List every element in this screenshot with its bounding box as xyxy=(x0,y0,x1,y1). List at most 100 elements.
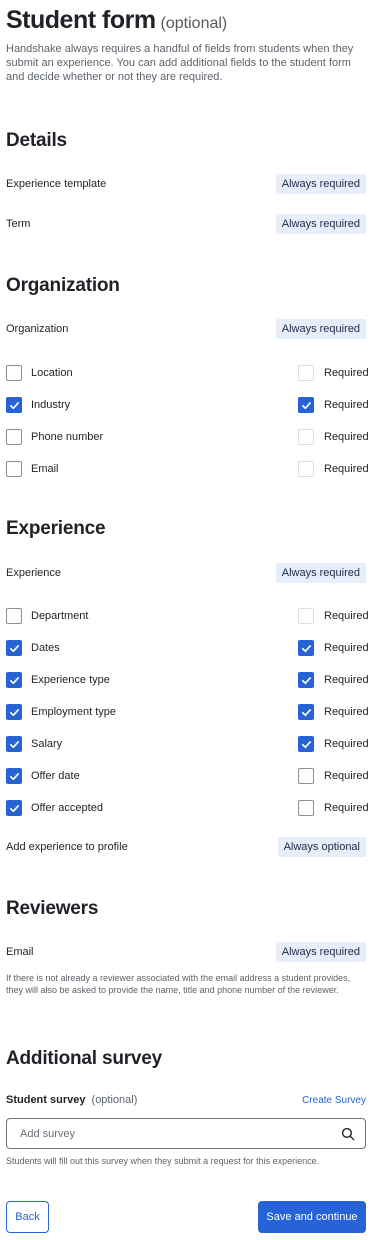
required-option[interactable]: Required xyxy=(298,800,369,816)
include-field-option[interactable]: Experience type xyxy=(6,672,110,688)
field-row: Email Required xyxy=(6,460,369,478)
survey-label-group: Student survey (optional) xyxy=(6,1094,137,1106)
survey-label-row: Student survey (optional) Create Survey xyxy=(6,1094,366,1106)
details-row-term: Term Always required xyxy=(6,213,366,235)
experience-row-fixed: Experience Always required xyxy=(6,562,366,584)
check-icon xyxy=(9,401,19,409)
field-label: Department xyxy=(31,610,89,622)
survey-section-title: Additional survey xyxy=(6,1048,163,1069)
required-label: Required xyxy=(324,642,369,654)
include-field-option[interactable]: Email xyxy=(6,461,59,477)
include-field-option[interactable]: Employment type xyxy=(6,704,116,720)
include-field-option[interactable]: Phone number xyxy=(6,429,103,445)
intro-text: Handshake always requires a handful of f… xyxy=(6,43,354,83)
include-field-option[interactable]: Salary xyxy=(6,736,62,752)
search-icon[interactable] xyxy=(341,1127,355,1141)
check-icon xyxy=(301,740,311,748)
check-icon xyxy=(9,708,19,716)
include-checkbox[interactable] xyxy=(6,397,22,413)
field-row: Salary Required xyxy=(6,735,369,753)
include-field-option[interactable]: Dates xyxy=(6,640,60,656)
check-icon xyxy=(9,644,19,652)
check-icon xyxy=(9,804,19,812)
required-checkbox[interactable] xyxy=(298,800,314,816)
required-option[interactable]: Required xyxy=(298,736,369,752)
check-icon xyxy=(301,708,311,716)
survey-search-box xyxy=(6,1118,366,1149)
page-title-optional: (optional) xyxy=(160,15,228,32)
field-label: Offer accepted xyxy=(31,802,103,814)
include-checkbox[interactable] xyxy=(6,704,22,720)
reviewers-row-email: Email Always required xyxy=(6,941,366,963)
include-checkbox[interactable] xyxy=(6,800,22,816)
check-icon xyxy=(301,401,311,409)
field-label: Phone number xyxy=(31,431,104,443)
field-label: Employment type xyxy=(31,706,116,718)
required-checkbox xyxy=(298,365,314,381)
details-section-title: Details xyxy=(6,130,67,151)
check-icon xyxy=(9,740,19,748)
required-option[interactable]: Required xyxy=(298,704,369,720)
organization-row-label: Organization xyxy=(6,323,69,335)
field-label: Industry xyxy=(31,399,71,411)
page-title: Student form xyxy=(6,6,156,34)
include-checkbox[interactable] xyxy=(6,768,22,784)
required-label: Required xyxy=(324,431,369,443)
include-checkbox[interactable] xyxy=(6,365,22,381)
required-checkbox[interactable] xyxy=(298,397,314,413)
survey-search-input[interactable] xyxy=(18,1126,341,1141)
field-row: Industry Required xyxy=(6,396,369,414)
create-survey-link[interactable]: Create Survey xyxy=(302,1095,366,1106)
field-label: Experience type xyxy=(31,674,110,686)
required-option: Required xyxy=(298,365,369,381)
always-optional-badge: Always optional xyxy=(277,837,366,857)
add-to-profile-label: Add experience to profile xyxy=(6,841,128,853)
experience-section-title: Experience xyxy=(6,518,106,539)
include-checkbox[interactable] xyxy=(6,736,22,752)
include-checkbox[interactable] xyxy=(6,608,22,624)
survey-help-text: Students will fill out this survey when … xyxy=(6,1156,320,1166)
field-label: Dates xyxy=(31,642,60,654)
required-label: Required xyxy=(324,738,369,750)
include-field-option[interactable]: Offer accepted xyxy=(6,800,103,816)
required-option: Required xyxy=(298,608,369,624)
reviewers-note: If there is not already a reviewer assoc… xyxy=(6,973,351,995)
required-checkbox[interactable] xyxy=(298,672,314,688)
include-field-option[interactable]: Industry xyxy=(6,397,70,413)
required-checkbox[interactable] xyxy=(298,736,314,752)
required-option[interactable]: Required xyxy=(298,397,369,413)
required-label: Required xyxy=(324,706,369,718)
save-and-continue-button[interactable]: Save and continue xyxy=(258,1201,366,1233)
include-checkbox[interactable] xyxy=(6,461,22,477)
required-label: Required xyxy=(324,367,369,379)
field-label: Salary xyxy=(31,738,63,750)
check-icon xyxy=(301,644,311,652)
field-row: Dates Required xyxy=(6,639,369,657)
field-label: Email xyxy=(31,463,59,475)
required-checkbox[interactable] xyxy=(298,704,314,720)
required-option: Required xyxy=(298,429,369,445)
check-icon xyxy=(301,676,311,684)
always-required-badge: Always required xyxy=(275,942,366,962)
required-checkbox[interactable] xyxy=(298,768,314,784)
survey-optional-label: (optional) xyxy=(91,1094,138,1106)
required-option[interactable]: Required xyxy=(298,640,369,656)
details-row-label: Experience template xyxy=(6,178,107,190)
required-checkbox xyxy=(298,429,314,445)
required-option[interactable]: Required xyxy=(298,768,369,784)
always-required-badge: Always required xyxy=(275,563,366,583)
include-checkbox[interactable] xyxy=(6,640,22,656)
include-field-option[interactable]: Department xyxy=(6,608,88,624)
required-option[interactable]: Required xyxy=(298,672,369,688)
required-checkbox[interactable] xyxy=(298,640,314,656)
back-button[interactable]: Back xyxy=(6,1201,49,1233)
required-label: Required xyxy=(324,610,369,622)
include-checkbox[interactable] xyxy=(6,672,22,688)
include-checkbox[interactable] xyxy=(6,429,22,445)
field-row: Offer accepted Required xyxy=(6,799,369,817)
experience-row-profile: Add experience to profile Always optiona… xyxy=(6,836,366,858)
page-header: Student form (optional) xyxy=(6,6,366,35)
include-field-option[interactable]: Location xyxy=(6,365,73,381)
field-row: Experience type Required xyxy=(6,671,369,689)
include-field-option[interactable]: Offer date xyxy=(6,768,80,784)
